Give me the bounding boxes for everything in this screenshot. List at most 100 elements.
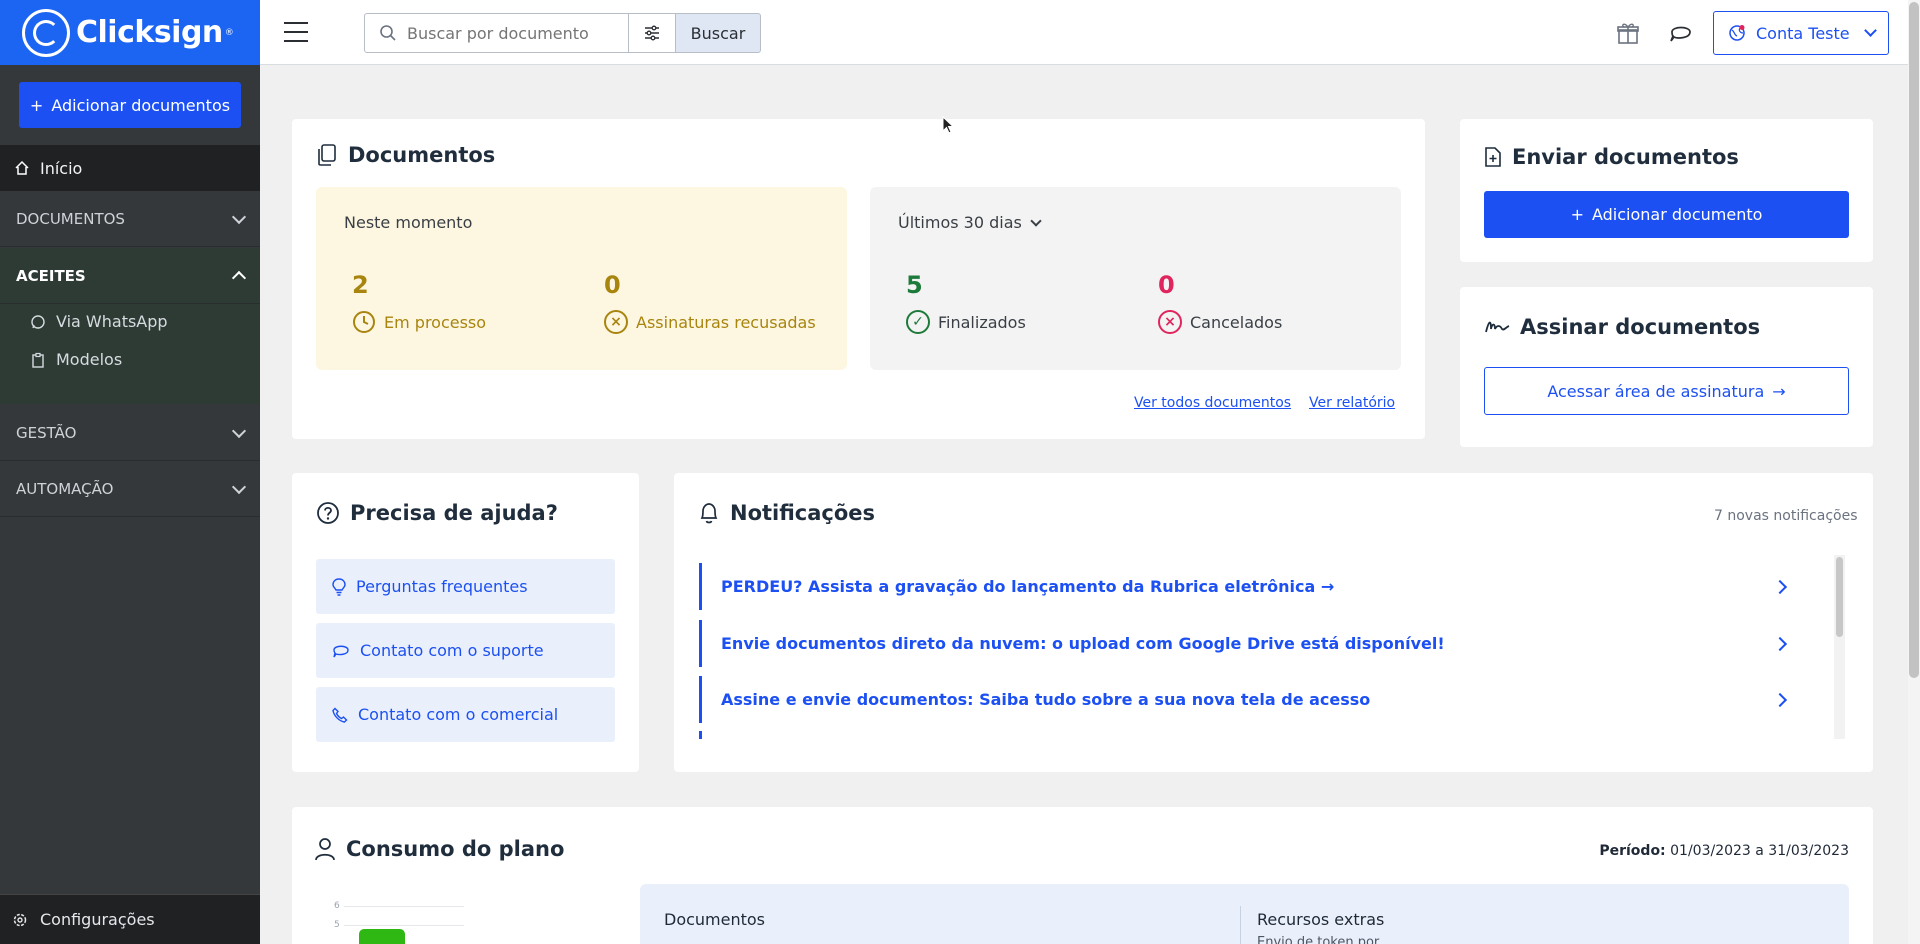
search-button[interactable]: Buscar [675,13,761,53]
card-title-text: Documentos [348,143,496,167]
notification-item[interactable]: PERDEU? Assista a gravação do lançamento… [699,563,1811,610]
chat-icon[interactable] [1668,20,1694,46]
x-circle-icon: × [604,310,628,334]
cancelados-stat[interactable]: × Cancelados [1158,310,1282,334]
phone-icon [332,707,348,723]
em-processo-stat[interactable]: Em processo [352,310,486,334]
view-report-link[interactable]: Ver relatório [1309,395,1395,411]
sidebar-section-gestao[interactable]: GESTÃO [0,405,260,461]
brand-name: Clicksign [76,15,223,50]
notification-item[interactable]: Assine e envie documentos: Saiba tudo so… [699,676,1811,723]
ajuda-title: Precisa de ajuda? [316,501,558,525]
enviar-documentos-card: Enviar documentos + Adicionar documento [1460,119,1873,262]
menu-icon[interactable] [284,22,308,42]
sidebar-item-inicio[interactable]: Início [0,145,260,191]
account-globe-icon [1729,25,1745,41]
bell-icon [700,503,718,524]
chevron-up-icon [231,270,247,285]
card-title-text: Enviar documentos [1512,145,1739,169]
whatsapp-icon [31,314,45,329]
search-input[interactable] [407,23,607,43]
consumo-card: Consumo do plano Período: 01/03/2023 a 3… [292,807,1873,944]
documentos-title: Documentos [316,143,495,167]
account-menu-button[interactable]: Conta Teste [1713,11,1889,55]
plan-period: Período: 01/03/2023 a 31/03/2023 [1599,843,1849,859]
chevron-down-icon [231,479,247,494]
chevron-right-icon [1772,692,1788,707]
period-value: 01/03/2023 a 31/03/2023 [1670,843,1849,859]
sidebar-section-label: GESTÃO [16,423,77,442]
recusadas-label: Assinaturas recusadas [636,312,816,332]
add-documents-button[interactable]: + Adicionar documentos [19,82,241,128]
sidebar-item-via-whatsapp[interactable]: Via WhatsApp [30,312,168,331]
mini-chart-gridline [344,906,464,907]
file-plus-icon [1485,147,1501,167]
chevron-right-icon [1772,579,1788,594]
mini-chart-bar [359,929,405,944]
sidebar-section-label: DOCUMENTOS [16,209,125,228]
documentos-card: Documentos Neste momento 2 Em processo 0… [292,119,1425,439]
plus-icon: + [29,95,44,115]
sidebar-item-configuracoes[interactable]: Configurações [0,894,260,944]
card-title-text: Assinar documentos [1520,315,1761,339]
home-icon [15,160,29,175]
lightbulb-icon [332,577,346,596]
cancelados-label: Cancelados [1190,312,1283,332]
sales-contact-link[interactable]: Contato com o comercial [316,687,615,742]
notification-item[interactable]: Envie documentos direto da nuvem: o uplo… [699,620,1811,667]
clock-icon [353,311,375,333]
card-title-text: Precisa de ajuda? [350,501,558,525]
add-document-button[interactable]: + Adicionar documento [1484,191,1849,238]
recusadas-stat[interactable]: × Assinaturas recusadas [604,310,816,334]
page-scrollbar-thumb[interactable] [1909,2,1919,678]
sidebar-section-aceites[interactable]: ACEITES [0,248,260,304]
signature-icon [1485,321,1510,333]
sidebar-section-label: AUTOMAÇÃO [16,479,114,498]
gift-icon[interactable] [1615,20,1641,46]
finalizados-stat[interactable]: ✓ Finalizados [906,310,1026,334]
brand-registered: ® [224,27,234,38]
view-all-documents-link[interactable]: Ver todos documentos [1134,395,1291,411]
consumo-docs-heading: Documentos [664,910,766,929]
cancelados-count: 0 [1158,271,1175,299]
sidebar-section-documentos[interactable]: DOCUMENTOS [0,191,260,247]
consumo-extras-heading: Recursos extras [1257,910,1385,929]
account-name: Conta Teste [1756,23,1850,43]
check-circle-icon: ✓ [906,310,930,334]
filter-button[interactable] [628,13,676,53]
top-bar: Buscar Conta Teste [260,0,1908,65]
notification-item-partial [699,731,702,739]
signing-area-button[interactable]: Acessar área de assinatura → [1484,367,1849,415]
clicksign-logo-icon [22,8,70,57]
support-contact-link[interactable]: Contato com o suporte [316,623,615,678]
gear-icon [13,913,27,926]
brand-header[interactable]: Clicksign ® [0,0,260,65]
column-divider [1240,906,1241,944]
assinar-documentos-card: Assinar documentos Acessar área de assin… [1460,287,1873,447]
consumo-title: Consumo do plano [314,837,564,861]
mini-chart-gridline [344,925,464,926]
em-processo-count: 2 [352,271,369,299]
clipboard-icon [32,352,44,368]
faq-link[interactable]: Perguntas frequentes [316,559,615,614]
sidebar-item-label: Início [40,158,83,178]
plus-icon: + [1570,205,1584,224]
chevron-down-icon [231,209,247,224]
period-label: Período: [1599,843,1666,859]
sidebar-section-label: ACEITES [16,266,86,285]
period-stats-box: Últimos 30 dias 5 ✓ Finalizados 0 × Canc… [870,187,1401,370]
sidebar-section-automacao[interactable]: AUTOMAÇÃO [0,461,260,517]
sidebar-item-modelos[interactable]: Modelos [30,350,122,369]
sliders-icon [645,25,659,41]
search-field[interactable] [364,13,629,53]
notifications-scrollbar-thumb[interactable] [1836,557,1843,637]
notification-text: Assine e envie documentos: Saiba tudo so… [721,690,1371,709]
chevron-right-icon [1772,636,1788,651]
period-dropdown[interactable]: Últimos 30 dias [898,213,1042,232]
sidebar-item-label: Modelos [56,350,123,369]
em-processo-label: Em processo [384,312,487,332]
notificacoes-title: Notificações [698,501,875,525]
documents-icon [318,144,336,166]
notification-text: Envie documentos direto da nuvem: o uplo… [721,634,1445,653]
help-item-label: Contato com o comercial [358,705,559,724]
